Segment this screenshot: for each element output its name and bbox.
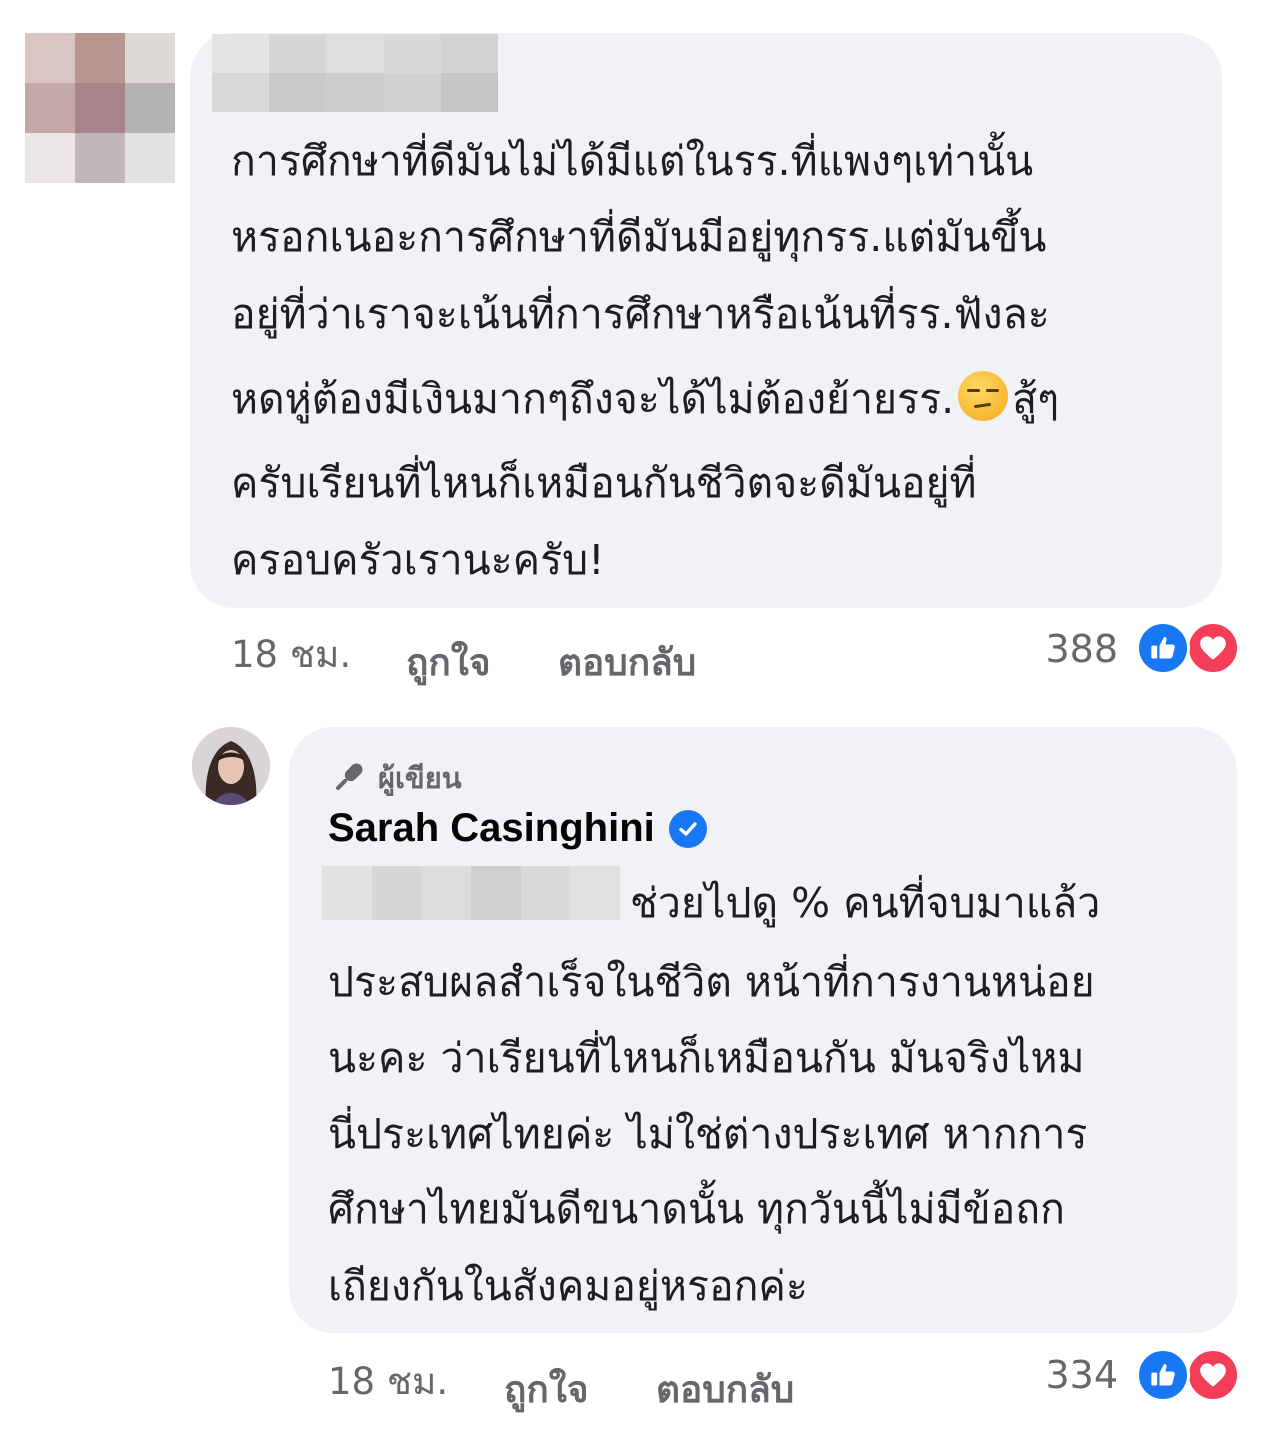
like-reaction-icon[interactable] (1136, 1348, 1190, 1402)
comment-text-line: หดหู่ต้องมีเงินมากๆถึงจะได้ไม่ต้องย้ายรร… (231, 371, 1059, 427)
author-badge-label: ผู้เขียน (378, 761, 462, 795)
reaction-count[interactable]: 388 (1020, 627, 1118, 671)
comment-text-line: อยู่ที่ว่าเราจะเน้นที่การศึกษาหรือเน้นที… (231, 290, 1050, 338)
reply-button[interactable]: ตอบกลับ (656, 1360, 794, 1419)
comment-text-segment: หดหู่ต้องมีเงินมากๆถึงจะได้ไม่ต้องย้ายรร… (231, 375, 955, 423)
love-reaction-icon[interactable] (1186, 621, 1240, 675)
comment-text-line: ช่วยไปดู % คนที่จบมาแล้ว (630, 879, 1101, 927)
like-button[interactable]: ถูกใจ (406, 633, 491, 692)
comment-text-line: ศึกษาไทยมันดีขนาดนั้น ทุกวันนี้ไม่มีข้อถ… (328, 1185, 1065, 1233)
microphone-icon (328, 758, 368, 798)
author-badge: ผู้เขียน (328, 755, 462, 801)
reply-button[interactable]: ตอบกลับ (558, 633, 696, 692)
comment-text-line: ครอบครัวเรานะครับ! (231, 536, 605, 584)
blurred-mention[interactable] (322, 866, 620, 920)
comment-text-line: การศึกษาที่ดีมันไม่ได้มีแต่ในรร.ที่แพงๆเ… (231, 137, 1034, 185)
comment-text-line: นะคะ ว่าเรียนที่ไหนก็เหมือนกัน มันจริงไห… (328, 1034, 1085, 1082)
unamused-face-emoji-icon (958, 371, 1009, 421)
comment-timestamp[interactable]: 18 ชม. (231, 625, 351, 684)
comment-text-line: ประสบผลสำเร็จในชีวิต หน้าที่การงานหน่อย (328, 958, 1095, 1006)
comment-text-segment: สู้ๆ (1012, 375, 1060, 423)
reaction-count[interactable]: 334 (1020, 1353, 1118, 1397)
comment-text-line: หรอกเนอะการศึกษาที่ดีมันมีอยู่ทุกรร.แต่ม… (231, 213, 1047, 261)
love-reaction-icon[interactable] (1186, 1348, 1240, 1402)
like-button[interactable]: ถูกใจ (504, 1360, 589, 1419)
comment-timestamp[interactable]: 18 ชม. (328, 1352, 448, 1411)
comment-text-line: เถียงกันในสังคมอยู่หรอกค่ะ (328, 1262, 808, 1310)
blurred-author-name[interactable] (212, 34, 498, 112)
blurred-avatar[interactable] (25, 33, 175, 183)
verified-badge-icon (668, 809, 707, 848)
author-avatar[interactable] (192, 727, 270, 805)
author-name-link[interactable]: Sarah Casinghini (328, 806, 707, 851)
comment-text-line: นี่ประเทศไทยค่ะ ไม่ใช่ต่างประเทศ หากการ (328, 1110, 1088, 1158)
comment-text-line: ครับเรียนที่ไหนก็เหมือนกันชีวิตจะดีมันอย… (231, 459, 977, 507)
author-name[interactable]: Sarah Casinghini (328, 806, 655, 851)
like-reaction-icon[interactable] (1136, 621, 1190, 675)
